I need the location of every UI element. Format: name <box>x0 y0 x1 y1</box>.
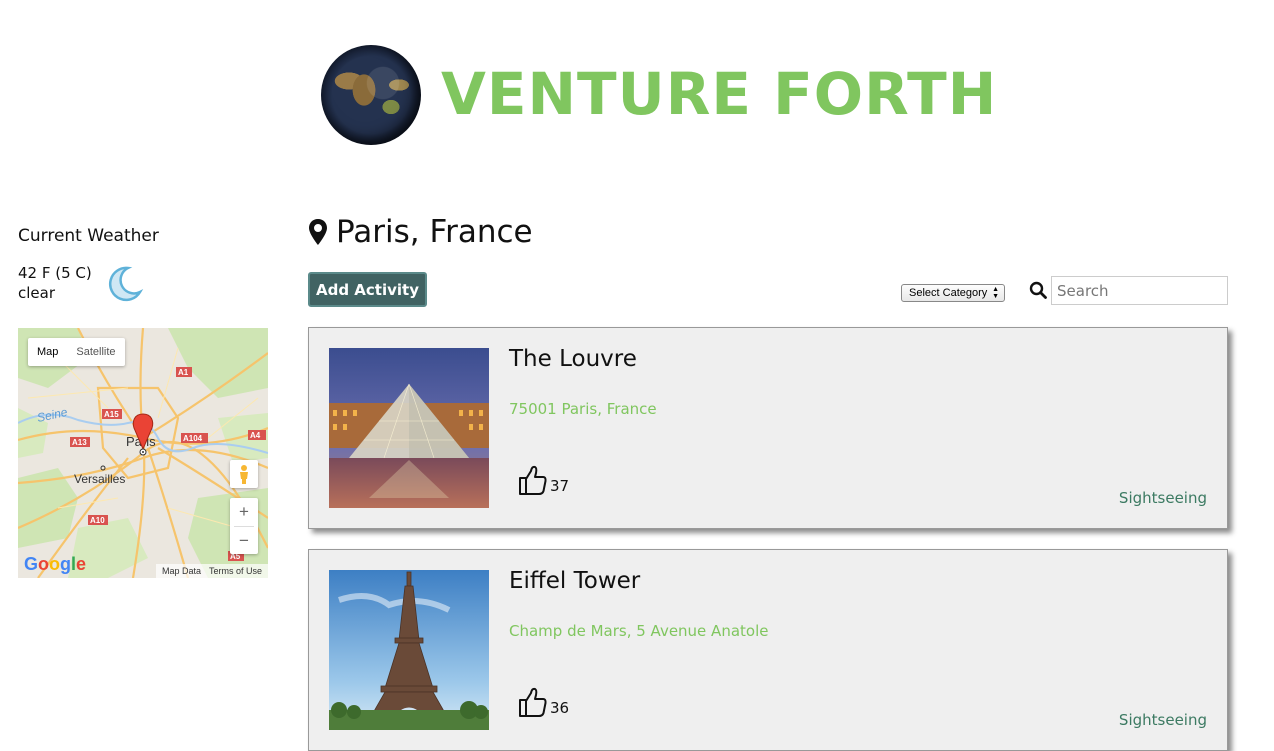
map-zoom-control[interactable]: + − <box>230 498 258 554</box>
site-title[interactable]: VENTURE FORTH <box>441 58 997 130</box>
weather-condition: clear <box>18 284 56 302</box>
thumbs-up-icon[interactable] <box>517 686 547 718</box>
like-count: 36 <box>550 699 570 717</box>
category-select-value: Select Category <box>909 287 988 299</box>
map-type-map-button[interactable]: Map <box>28 338 67 366</box>
location-heading: Paris, France <box>308 212 533 252</box>
thumbs-up-icon[interactable] <box>517 464 547 496</box>
map-label: A1 <box>178 368 189 377</box>
map-label: A10 <box>90 516 105 525</box>
category-select[interactable]: Select Category ▲ ▼ <box>901 284 1005 302</box>
map-label: A4 <box>250 431 261 440</box>
location-map[interactable]: A1 A15 A13 A104 A4 A10 A5 Seine Paris Ve… <box>18 328 268 578</box>
moon-icon <box>108 266 144 302</box>
activity-image[interactable] <box>329 348 489 508</box>
activity-address: Champ de Mars, 5 Avenue Anatole <box>509 622 769 640</box>
search-input[interactable] <box>1051 276 1228 305</box>
activity-address: 75001 Paris, France <box>509 400 657 418</box>
map-footer: Map Data Terms of Use <box>155 564 268 578</box>
weather-temperature: 42 F (5 C) <box>18 264 92 282</box>
activity-card[interactable]: The Louvre 75001 Paris, France 37 Sights… <box>308 327 1228 529</box>
map-type-satellite-button[interactable]: Satellite <box>67 338 124 366</box>
select-arrows-icon: ▲ ▼ <box>992 286 999 300</box>
like-button[interactable]: 37 <box>517 464 569 496</box>
map-data-link[interactable]: Map Data <box>162 564 201 578</box>
map-label: A104 <box>183 434 203 443</box>
add-activity-button[interactable]: Add Activity <box>308 272 427 307</box>
map-label: A13 <box>72 438 87 447</box>
activity-title[interactable]: The Louvre <box>509 346 637 372</box>
terms-of-use-link[interactable]: Terms of Use <box>209 564 262 578</box>
activity-category[interactable]: Sightseeing <box>1119 711 1207 729</box>
weather-title: Current Weather <box>18 226 159 246</box>
map-label: A15 <box>104 410 119 419</box>
map-pin-icon <box>309 219 327 245</box>
zoom-in-button[interactable]: + <box>230 498 258 526</box>
map-label: Versailles <box>74 472 125 486</box>
search-icon[interactable] <box>1029 281 1047 299</box>
like-button[interactable]: 36 <box>517 686 569 718</box>
location-name: Paris, France <box>336 214 533 250</box>
google-logo[interactable]: Google <box>24 554 86 575</box>
activity-card[interactable]: Eiffel Tower Champ de Mars, 5 Avenue Ana… <box>308 549 1228 751</box>
activity-category[interactable]: Sightseeing <box>1119 489 1207 507</box>
like-count: 37 <box>550 477 570 495</box>
pegman-icon[interactable] <box>230 460 258 488</box>
activity-title[interactable]: Eiffel Tower <box>509 568 640 594</box>
logo-globe-icon[interactable] <box>321 45 421 145</box>
map-type-control[interactable]: Map Satellite <box>28 338 125 366</box>
zoom-out-button[interactable]: − <box>230 527 258 555</box>
activity-image[interactable] <box>329 570 489 730</box>
